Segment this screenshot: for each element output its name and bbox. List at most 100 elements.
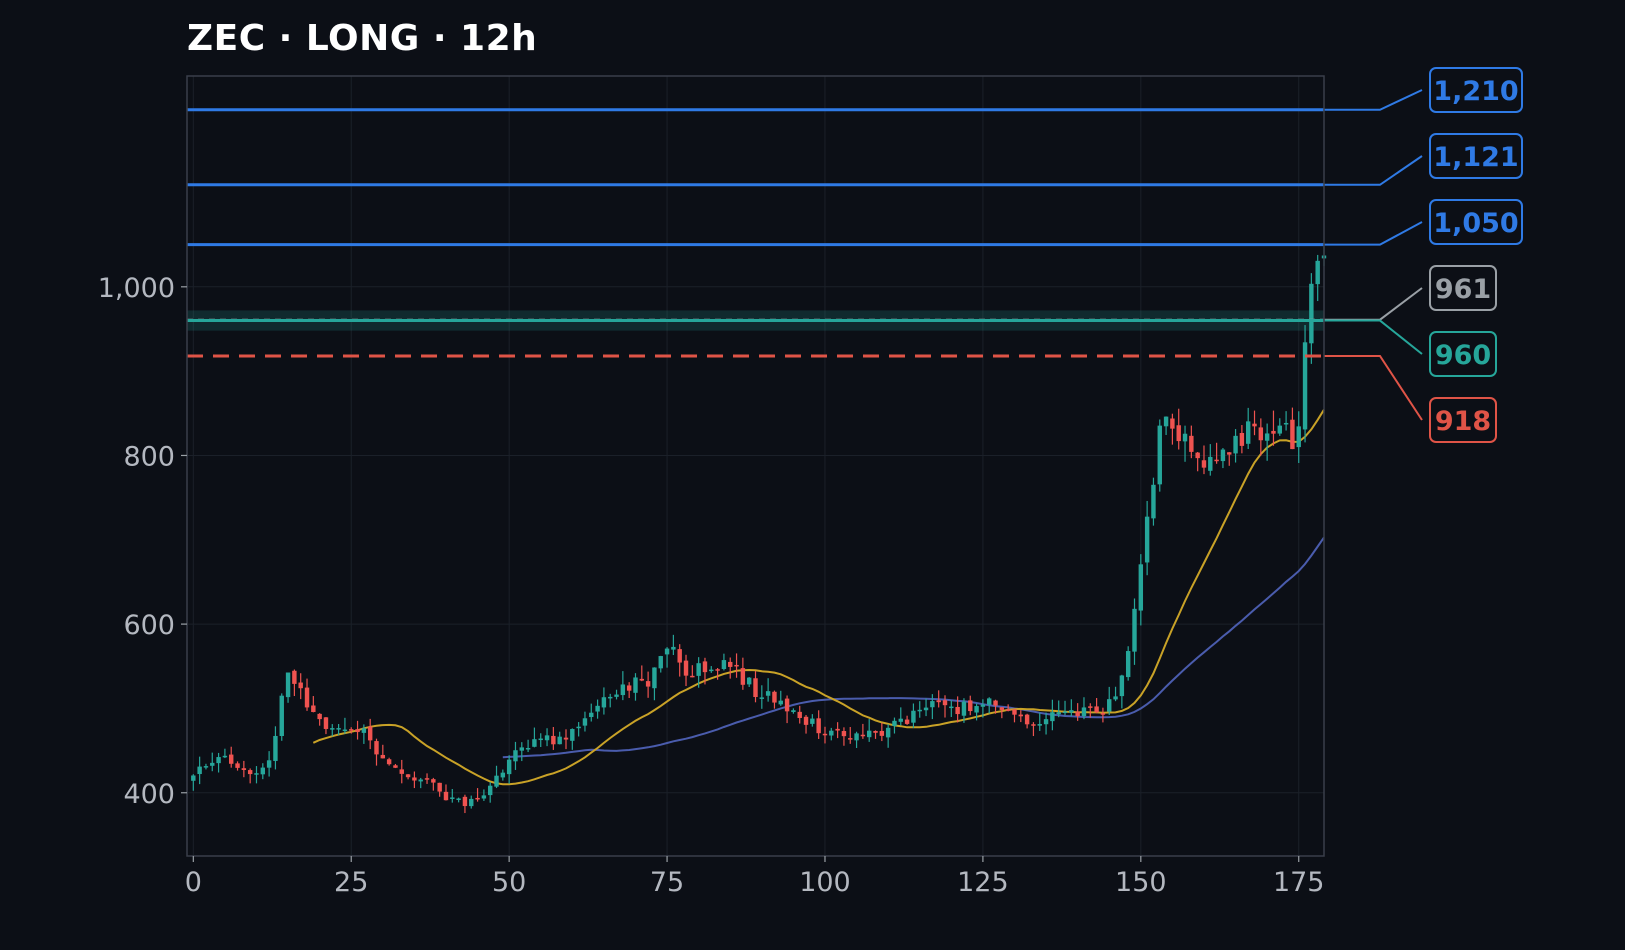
candle-body <box>601 697 607 708</box>
candle-body <box>917 709 922 712</box>
candle-body <box>203 766 209 768</box>
candle-body <box>481 795 487 799</box>
candle-body <box>273 735 278 761</box>
candle-body <box>1125 651 1131 678</box>
candle-body <box>469 798 474 807</box>
candle-body <box>778 700 783 705</box>
candle-body <box>873 730 878 733</box>
candle-body <box>412 777 417 781</box>
candle-body <box>1062 711 1068 714</box>
candle-body <box>1157 425 1162 485</box>
level-badges[interactable]: 1,210 1,121 1,050 961 960 918 <box>1429 67 1523 443</box>
candle-body <box>626 685 632 691</box>
level-connector <box>1324 221 1423 246</box>
candle-body <box>1107 699 1112 712</box>
candle-body <box>980 704 986 707</box>
candle-body <box>740 668 746 685</box>
candle-body <box>772 691 777 703</box>
candle-body <box>734 664 739 667</box>
candle-body <box>551 735 556 745</box>
candle-body <box>1088 706 1093 708</box>
candle-body <box>690 675 695 678</box>
candle-body <box>974 706 979 713</box>
candle-body <box>829 730 834 736</box>
candle-body <box>538 738 543 741</box>
candle-body <box>1094 706 1099 713</box>
candle-body <box>513 750 518 762</box>
candle-body <box>759 697 765 699</box>
candle-body <box>1100 713 1106 715</box>
candle-body <box>1144 516 1150 563</box>
candle-body <box>715 669 720 671</box>
candlestick-chart[interactable]: 0 25 50 75 100 125 150 1754006008001,000 1,2101… <box>0 0 1625 950</box>
candle-body <box>355 729 360 733</box>
candle-body <box>1214 459 1219 462</box>
candle-body <box>1277 425 1282 434</box>
candle-body <box>904 719 910 724</box>
candle-body <box>728 661 733 667</box>
candle-body <box>304 687 310 708</box>
candle-body <box>431 779 436 783</box>
level-badge-stop[interactable]: 918 <box>1429 397 1497 443</box>
candle-body <box>582 718 588 726</box>
candle-body <box>784 698 790 712</box>
candle-body <box>993 700 998 706</box>
level-badge-entry[interactable]: 960 <box>1429 331 1497 377</box>
candle-body <box>1201 460 1207 468</box>
candle-body <box>848 738 853 740</box>
candle-body <box>936 700 941 703</box>
candle-body <box>367 726 373 741</box>
level-badge-take_profit[interactable]: 1,210 <box>1429 67 1523 113</box>
candle-body <box>1296 426 1301 448</box>
candle-body <box>1119 675 1125 697</box>
candle-body <box>892 720 897 726</box>
level-badge-current[interactable]: 961 <box>1429 265 1497 311</box>
level-badge-take_profit[interactable]: 1,121 <box>1429 133 1523 179</box>
candle-body <box>418 779 423 782</box>
candle-body <box>721 660 727 670</box>
candle-body <box>235 763 240 768</box>
candle-body <box>191 775 196 781</box>
candle-body <box>866 730 872 738</box>
candle-body <box>405 774 411 778</box>
candle-body <box>247 770 253 775</box>
candle-body <box>563 737 569 740</box>
level-connector <box>1324 287 1423 321</box>
candle-body <box>450 797 455 799</box>
candle-body <box>791 710 796 713</box>
candle-body <box>664 648 670 655</box>
level-badge-take_profit[interactable]: 1,050 <box>1429 199 1523 245</box>
candle-body <box>1151 484 1156 519</box>
candle-body <box>942 700 948 706</box>
level-badge-label: 1,121 <box>1433 142 1518 173</box>
candle-body <box>1264 433 1270 441</box>
level-badge-label: 918 <box>1435 406 1491 437</box>
candle-body <box>266 760 272 768</box>
candle-body <box>1043 719 1049 725</box>
candle-body <box>532 739 537 747</box>
candle-body <box>557 736 562 745</box>
price-levels <box>187 89 1423 421</box>
candle-body <box>1208 456 1213 471</box>
candle-body <box>696 663 701 676</box>
candle-body <box>399 769 404 774</box>
x-tick-label: 0 <box>185 867 202 898</box>
candle-body <box>1018 714 1024 717</box>
candle-body <box>885 727 891 738</box>
candle-body <box>298 682 303 689</box>
candle-body <box>1309 283 1314 344</box>
candle-body <box>1233 435 1238 454</box>
candle-body <box>1037 724 1042 726</box>
candle-body <box>576 726 581 729</box>
candle-body <box>525 748 531 750</box>
candle-body <box>961 701 967 716</box>
candle-body <box>652 667 657 689</box>
level-connector <box>1324 354 1423 421</box>
candle-body <box>1005 709 1011 711</box>
candle-body <box>683 660 689 676</box>
candle-body <box>1031 724 1036 726</box>
candle-body <box>544 735 550 741</box>
candle-body <box>323 717 329 729</box>
candle-body <box>841 731 847 737</box>
candle-body <box>1024 714 1030 725</box>
